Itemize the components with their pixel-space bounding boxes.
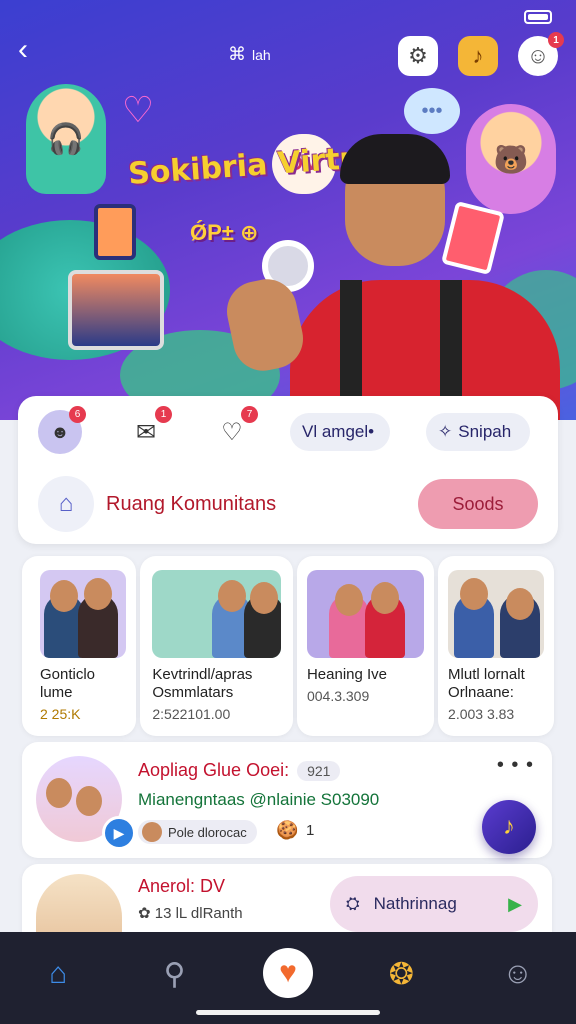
card-photo	[306, 570, 425, 658]
card-photo	[40, 570, 127, 658]
card-subtitle: lume	[40, 684, 73, 701]
more-options-button[interactable]: • • •	[497, 754, 534, 777]
group-cards: Gonticlo lume 2 25:K Kevtrindl/apras Osm…	[22, 556, 555, 736]
feed2-subtitle-text: 13 lL dlRanth	[154, 905, 243, 922]
hero-subtitle: ǾP± ⊕	[190, 220, 259, 245]
robot-button[interactable]: ⚙	[398, 36, 438, 76]
music-button[interactable]: ♪	[458, 36, 498, 76]
music-fab-button[interactable]: ♪	[482, 800, 536, 854]
feed-item[interactable]: ▶ Aopliag Glue Ooei: 921 • • • Mianengnta…	[22, 742, 552, 858]
feed-description: Mianengntaas @nlainie S03090	[138, 790, 380, 809]
heart-icon: ♥	[279, 956, 297, 989]
back-button[interactable]: ‹	[18, 35, 50, 68]
card-meta: 004.3.309	[306, 688, 370, 704]
heart-sticker-icon: ♡	[121, 89, 155, 130]
join-button-label: Nathrinnag	[373, 894, 457, 913]
battery-icon	[524, 10, 552, 24]
chat-badge: 1	[155, 406, 172, 423]
link-icon: ⌘	[228, 44, 246, 64]
robot-icon: ⚙	[408, 43, 428, 68]
top-actions: ⚙ ♪ ☺ 1	[398, 32, 564, 76]
star-icon: ✧	[438, 422, 453, 441]
quick-actions-row: ☻ 6 ✉ 1 ♡ 7 Vl amgel• ✧ Snipah	[38, 406, 548, 454]
feed-user-tag[interactable]: Pole dlorocac	[138, 820, 257, 844]
reaction-count: 1	[306, 822, 315, 839]
kid-sticker: 🎧	[26, 84, 106, 194]
card-title: Mlutl lornalt	[448, 666, 525, 683]
card-meta: 2 25:K	[40, 706, 81, 722]
tablet-sticker	[94, 204, 136, 260]
laptop-sticker	[68, 270, 164, 350]
community-icon: ⌂	[38, 476, 94, 532]
feed-title-text: Aopliag Glue Ooei:	[138, 760, 290, 780]
feed2-title: Anerol: DV	[138, 876, 226, 896]
nav-community[interactable]: ❂	[373, 946, 429, 1002]
nav-search[interactable]: ⚲	[147, 946, 203, 1002]
reaction-icon[interactable]: 🍪	[276, 820, 298, 841]
heart-badge: 7	[241, 406, 258, 423]
group-card[interactable]: Kevtrindl/apras Osmmlatars 2:522101.00	[140, 556, 293, 736]
feed2-subtitle: ✿ 13 lL dlRanth	[138, 904, 243, 922]
filter-chip-label: Vl amgel•	[302, 422, 375, 441]
community-row: ⌂ Ruang Komunitans Soods	[38, 476, 538, 532]
card-photo	[448, 570, 545, 658]
snipah-chip[interactable]: ✧ Snipah	[426, 413, 530, 451]
group-card[interactable]: Heaning Ive 004.3.309	[296, 556, 435, 736]
home-indicator	[196, 1010, 380, 1015]
nav-home[interactable]: ⌂	[30, 946, 86, 1002]
feed-title: Aopliag Glue Ooei: 921	[138, 760, 341, 781]
card-subtitle: Osmmlatars	[152, 684, 234, 701]
music-note-icon: ♪	[472, 43, 484, 68]
card-subtitle: Orlnaane:	[448, 684, 514, 701]
filter-chip[interactable]: Vl amgel•	[290, 413, 390, 451]
nav-profile[interactable]: ☺	[490, 946, 546, 1002]
hero-tag-label: lah	[252, 46, 271, 63]
profile-icon: ☺	[502, 957, 534, 990]
group-card[interactable]: Mlutl lornalt Orlnaane: 2.003 3.83	[438, 556, 555, 736]
card-title: Heaning Ive	[306, 666, 388, 683]
play-button[interactable]: ▶	[102, 816, 136, 850]
card-photo	[152, 570, 281, 658]
community-panel: ☻ 6 ✉ 1 ♡ 7 Vl amgel• ✧ Snipah ⌂ Ruang K…	[18, 396, 558, 544]
bot-icon: ☺	[526, 43, 550, 68]
music-note-icon: ♪	[503, 813, 515, 840]
card-meta: 2:522101.00	[152, 706, 231, 722]
feed-count: 921	[297, 761, 341, 781]
chat-button[interactable]: ✉ 1	[124, 406, 172, 454]
search-icon: ⚲	[163, 957, 186, 991]
join-button[interactable]: ⛭ Nathrinnag ▶	[330, 876, 538, 932]
card-title: Gonticlo	[40, 666, 96, 683]
feed-user-tag-label: Pole dlorocac	[168, 824, 247, 840]
play-icon: ▶	[508, 893, 522, 914]
hero-banner: ‹ ⌘ lah ⚙ ♪ ☺ 1 🎧 ♡ ••• 🐻 DM ☻ Sokibria …	[0, 0, 576, 420]
user-avatar	[142, 822, 162, 842]
avatar-badge: 6	[69, 406, 86, 423]
community-label: Ruang Komunitans	[106, 492, 277, 515]
badge-icon: ✿	[138, 905, 151, 922]
hero-tag[interactable]: ⌘ lah	[228, 44, 271, 65]
avatar-icon: ☻	[50, 421, 70, 442]
profile-avatar-button[interactable]: ☻ 6	[38, 406, 86, 454]
chat-bubble-sticker-icon: •••	[404, 88, 460, 134]
host-photo	[221, 130, 560, 420]
notification-badge: 1	[548, 32, 564, 48]
card-meta: 2.003 3.83	[448, 706, 515, 722]
likes-button[interactable]: ♡ 7	[210, 406, 258, 454]
card-title: Kevtrindl/apras	[152, 666, 253, 683]
group-card[interactable]: Gonticlo lume 2 25:K	[22, 556, 137, 736]
user-add-icon: ⛭	[346, 894, 360, 913]
notifications-button[interactable]: ☺ 1	[518, 32, 564, 76]
chat-icon: ✉	[135, 418, 157, 446]
nav-create[interactable]: ♥	[262, 948, 313, 998]
community-action-button[interactable]: Soods	[418, 479, 538, 529]
heart-icon: ♡	[221, 418, 243, 446]
home-icon: ⌂	[49, 957, 68, 990]
chat-bubbles-icon: ❂	[388, 957, 414, 991]
play-icon: ▶	[113, 824, 125, 841]
snipah-chip-label: Snipah	[458, 422, 512, 441]
